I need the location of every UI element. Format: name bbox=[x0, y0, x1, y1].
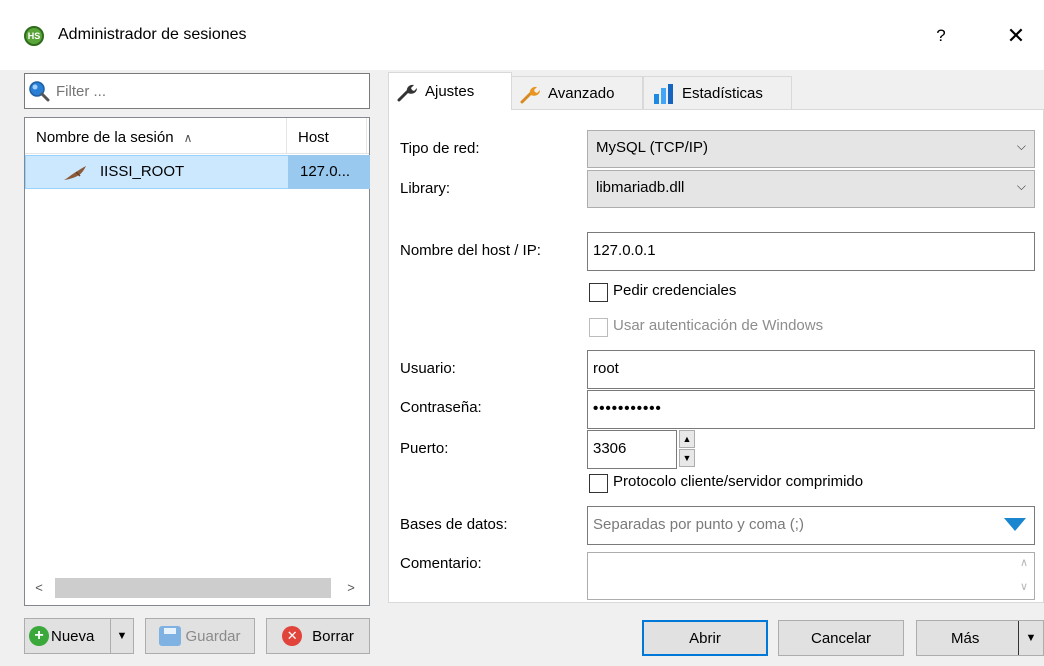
tab-advanced-label: Avanzado bbox=[548, 85, 615, 102]
scroll-up-icon[interactable]: ∧ bbox=[1020, 556, 1028, 569]
more-button[interactable]: Más ▼ bbox=[916, 620, 1044, 656]
more-label: Más bbox=[951, 629, 980, 647]
search-icon bbox=[29, 81, 50, 102]
compressed-protocol-label: Protocolo cliente/servidor comprimido bbox=[613, 473, 864, 490]
horizontal-scrollbar[interactable]: < > bbox=[25, 570, 369, 605]
heidisql-app-icon: HS bbox=[24, 26, 44, 46]
column-name-label: Nombre de la sesión bbox=[36, 129, 174, 146]
password-field[interactable]: ••••••••••• bbox=[587, 390, 1035, 429]
windows-auth-checkbox[interactable] bbox=[589, 318, 608, 337]
port-increment-icon[interactable]: ▲ bbox=[679, 430, 695, 448]
password-value: ••••••••••• bbox=[593, 400, 662, 417]
chevron-down-icon: ⌵ bbox=[1016, 179, 1026, 193]
delete-x-icon: ✕ bbox=[282, 626, 303, 646]
comment-field[interactable]: ∧ ∨ bbox=[587, 552, 1035, 600]
port-value: 3306 bbox=[593, 440, 627, 457]
user-label: Usuario: bbox=[400, 360, 456, 377]
help-button[interactable]: ? bbox=[926, 22, 956, 50]
scroll-right-icon[interactable]: > bbox=[343, 578, 359, 598]
new-session-button[interactable]: + Nueva ▼ bbox=[24, 618, 134, 654]
databases-field[interactable]: Separadas por punto y coma (;) bbox=[587, 506, 1035, 545]
ask-credentials-checkbox[interactable] bbox=[589, 283, 608, 302]
new-session-label: Nueva bbox=[51, 627, 95, 645]
window-title: Administrador de sesiones bbox=[58, 26, 247, 43]
host-label: Nombre del host / IP: bbox=[400, 242, 541, 259]
session-list-header: Nombre de la sesión ∧ Host bbox=[25, 118, 369, 154]
network-type-label: Tipo de red: bbox=[400, 140, 480, 157]
wrench-icon bbox=[520, 86, 540, 103]
session-row[interactable]: IISSI_ROOT 127.0... bbox=[25, 155, 370, 189]
windows-auth-label: Usar autenticación de Windows bbox=[613, 317, 824, 334]
host-field[interactable]: 127.0.0.1 bbox=[587, 232, 1035, 271]
new-dropdown-arrow-icon[interactable]: ▼ bbox=[110, 619, 133, 653]
scrollbar-thumb[interactable] bbox=[55, 578, 331, 598]
chevron-down-icon: ⌵ bbox=[1016, 139, 1026, 153]
user-field[interactable]: root bbox=[587, 350, 1035, 389]
delete-button[interactable]: ✕ Borrar bbox=[266, 618, 370, 654]
sort-ascending-icon: ∧ bbox=[183, 131, 193, 145]
open-button[interactable]: Abrir bbox=[642, 620, 768, 656]
filter-box[interactable] bbox=[24, 73, 370, 109]
scroll-left-icon[interactable]: < bbox=[31, 578, 47, 598]
user-value: root bbox=[593, 360, 619, 377]
mariadb-seal-icon bbox=[64, 166, 86, 180]
comment-label: Comentario: bbox=[400, 555, 482, 572]
delete-label: Borrar bbox=[312, 627, 354, 645]
column-header-host[interactable]: Host bbox=[287, 118, 367, 154]
session-host: 127.0... bbox=[300, 163, 351, 180]
session-name: IISSI_ROOT bbox=[100, 163, 185, 180]
plus-icon: + bbox=[29, 626, 49, 646]
databases-placeholder: Separadas por punto y coma (;) bbox=[593, 516, 804, 533]
column-header-name[interactable]: Nombre de la sesión ∧ bbox=[25, 118, 287, 154]
open-label: Abrir bbox=[689, 629, 721, 647]
network-type-value: MySQL (TCP/IP) bbox=[596, 139, 708, 156]
session-list[interactable]: Nombre de la sesión ∧ Host IISSI_ROOT 127… bbox=[24, 117, 370, 606]
save-label: Guardar bbox=[185, 627, 241, 645]
settings-panel: Tipo de red: MySQL (TCP/IP) ⌵ Library: l… bbox=[388, 109, 1044, 603]
save-button[interactable]: Guardar bbox=[145, 618, 255, 654]
tab-settings-label: Ajustes bbox=[425, 83, 475, 100]
tab-settings[interactable]: Ajustes bbox=[388, 72, 512, 110]
more-dropdown-arrow-icon[interactable]: ▼ bbox=[1018, 621, 1043, 655]
library-label: Library: bbox=[400, 180, 451, 197]
port-decrement-icon[interactable]: ▼ bbox=[679, 449, 695, 467]
library-value: libmariadb.dll bbox=[596, 179, 685, 196]
bar-chart-icon bbox=[654, 83, 673, 104]
filter-input[interactable] bbox=[56, 80, 356, 102]
close-button[interactable]: ✕ bbox=[996, 20, 1036, 52]
tab-statistics-label: Estadísticas bbox=[682, 85, 763, 102]
tab-advanced[interactable]: Avanzado bbox=[511, 76, 643, 110]
wrench-icon bbox=[397, 84, 417, 101]
databases-label: Bases de datos: bbox=[400, 516, 508, 533]
host-value: 127.0.0.1 bbox=[593, 242, 656, 259]
tab-statistics[interactable]: Estadísticas bbox=[643, 76, 792, 110]
port-field[interactable]: 3306 bbox=[587, 430, 677, 469]
cancel-label: Cancelar bbox=[810, 629, 872, 647]
ask-credentials-label: Pedir credenciales bbox=[613, 282, 737, 299]
cancel-button[interactable]: Cancelar bbox=[778, 620, 904, 656]
network-type-select[interactable]: MySQL (TCP/IP) ⌵ bbox=[587, 130, 1035, 168]
floppy-disk-icon bbox=[159, 626, 182, 646]
password-label: Contraseña: bbox=[400, 399, 482, 416]
compressed-protocol-checkbox[interactable] bbox=[589, 474, 608, 493]
scroll-down-icon[interactable]: ∨ bbox=[1020, 580, 1028, 593]
databases-dropdown-icon[interactable] bbox=[1004, 518, 1026, 532]
port-label: Puerto: bbox=[400, 440, 449, 457]
library-select[interactable]: libmariadb.dll ⌵ bbox=[587, 170, 1035, 208]
